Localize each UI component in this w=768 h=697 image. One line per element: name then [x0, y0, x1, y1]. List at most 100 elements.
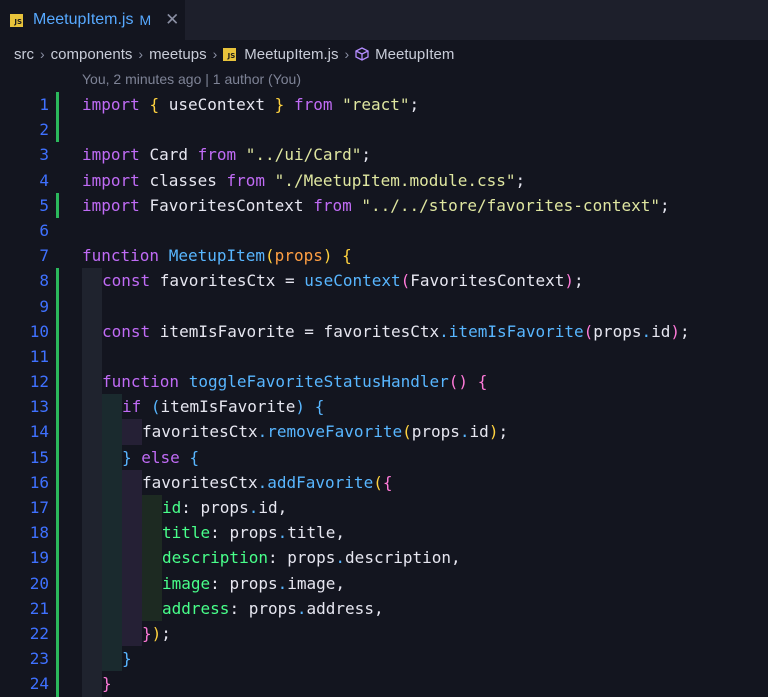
indent-guide — [102, 545, 122, 571]
code-token: title, — [287, 523, 346, 543]
git-change-marker[interactable] — [56, 671, 59, 697]
code-token: . — [257, 422, 268, 442]
code-token: props — [274, 246, 323, 266]
code-token: if — [122, 397, 151, 417]
code-token: "../../store/favorites-context" — [361, 195, 660, 215]
code-token: favoritesCtx — [142, 472, 258, 492]
line-number: 3 — [39, 145, 49, 165]
code-token: . — [459, 422, 470, 442]
code-line[interactable]: 13 if (itemIsFavorite) { — [0, 394, 768, 420]
git-change-marker[interactable] — [56, 268, 59, 294]
code-line[interactable]: 11 — [0, 343, 768, 370]
code-line[interactable]: 22}); — [0, 620, 768, 647]
breadcrumb-src[interactable]: src — [14, 46, 34, 63]
code-line[interactable]: 21 address: props.address, — [0, 595, 768, 621]
code-token: ( — [583, 321, 594, 341]
breadcrumb-symbol[interactable]: MeetupItem — [375, 46, 454, 63]
git-change-marker[interactable] — [56, 343, 59, 370]
git-change-marker[interactable] — [56, 293, 59, 319]
code-line[interactable]: 6 — [0, 218, 768, 243]
code-token: itemIsFavorite = favoritesCtx — [159, 321, 440, 341]
git-change-marker[interactable] — [56, 646, 59, 672]
git-change-marker[interactable] — [56, 620, 59, 647]
git-change-marker[interactable] — [56, 92, 59, 118]
code-line[interactable]: 2 — [0, 117, 768, 143]
code-text: id: props.id, — [162, 495, 287, 520]
tab-bar: JS MeetupItem.js M ✕ — [0, 0, 768, 40]
code-token: { — [314, 397, 325, 417]
indent-guide — [122, 495, 142, 521]
code-token: { — [382, 472, 393, 492]
code-line[interactable]: 15} else { — [0, 444, 768, 470]
git-change-marker[interactable] — [56, 192, 59, 218]
git-change-marker[interactable] — [56, 318, 59, 344]
git-change-marker[interactable] — [56, 419, 59, 445]
codelens-blame[interactable]: You, 2 minutes ago | 1 author (You) — [82, 71, 301, 87]
code-token: const — [102, 321, 160, 341]
indent-guide — [122, 620, 142, 647]
git-change-marker[interactable] — [56, 394, 59, 420]
git-change-marker[interactable] — [56, 545, 59, 571]
code-line[interactable]: 14 favoritesCtx.removeFavorite(props.id); — [0, 419, 768, 445]
git-change-marker[interactable] — [56, 444, 59, 470]
indent-guide — [82, 444, 102, 470]
breadcrumb-meetups[interactable]: meetups — [149, 46, 207, 63]
code-token: props — [593, 321, 642, 341]
indent-guide — [82, 369, 102, 395]
code-editor[interactable]: 1 import { useContext } from "react"; 2 3 im… — [0, 92, 768, 697]
code-line[interactable]: 19 description: props.description, — [0, 545, 768, 571]
code-token: : props — [210, 523, 278, 543]
git-change-marker[interactable] — [56, 469, 59, 495]
editor-tab-meetupitem[interactable]: JS MeetupItem.js M ✕ — [0, 0, 185, 40]
code-line[interactable]: 3 import Card from "../ui/Card"; — [0, 142, 768, 167]
code-token: removeFavorite — [267, 422, 403, 442]
indent-guide — [82, 469, 102, 495]
git-change-marker[interactable] — [56, 369, 59, 395]
indent-guide — [82, 419, 102, 445]
git-change-marker[interactable] — [56, 117, 59, 143]
git-change-marker[interactable] — [56, 520, 59, 546]
indent-guide — [122, 419, 142, 445]
indent-guide — [82, 520, 102, 546]
indent-guide — [82, 646, 102, 672]
code-token: ( — [265, 246, 275, 266]
git-change-marker[interactable] — [56, 595, 59, 621]
code-line[interactable]: 18 title: props.title, — [0, 520, 768, 546]
code-text: title: props.title, — [162, 520, 345, 545]
line-number: 22 — [29, 623, 49, 643]
code-line[interactable]: 7 function MeetupItem(props) { — [0, 243, 768, 268]
code-line[interactable]: 10 const itemIsFavorite = favoritesCtx.it… — [0, 318, 768, 344]
git-change-marker[interactable] — [56, 495, 59, 521]
breadcrumb-file[interactable]: MeetupItem.js — [244, 46, 338, 63]
tab-title[interactable]: MeetupItem.js — [33, 11, 133, 29]
code-line[interactable]: 4 import classes from "./MeetupItem.modul… — [0, 168, 768, 193]
indent-guide — [82, 343, 102, 370]
indent-guide — [102, 444, 122, 470]
indent-guide — [82, 268, 102, 294]
chevron-right-icon: › — [212, 46, 218, 62]
code-line[interactable]: 12 function toggleFavoriteStatusHandler()… — [0, 369, 768, 395]
code-token: itemIsFavorite — [160, 397, 296, 417]
code-line[interactable]: 20 image: props.image, — [0, 570, 768, 596]
code-line[interactable]: 8 const favoritesCtx = useContext(Favorit… — [0, 268, 768, 294]
line-number: 24 — [29, 674, 49, 694]
code-line[interactable]: 1 import { useContext } from "react"; — [0, 92, 768, 118]
code-token: : props — [229, 598, 297, 618]
code-line[interactable]: 5 import FavoritesContext from "../../sto… — [0, 192, 768, 218]
close-icon[interactable]: ✕ — [165, 10, 179, 30]
code-line[interactable]: 17 id: props.id, — [0, 495, 768, 521]
line-number: 10 — [29, 321, 49, 341]
code-line[interactable]: 16 favoritesCtx.addFavorite({ — [0, 469, 768, 495]
code-line[interactable]: 23} — [0, 646, 768, 672]
git-change-marker[interactable] — [56, 570, 59, 596]
indent-guide — [102, 646, 122, 672]
breadcrumb-components[interactable]: components — [51, 46, 133, 63]
indent-guide — [122, 545, 142, 571]
code-token: const — [102, 271, 160, 291]
line-number: 8 — [39, 271, 49, 291]
code-line[interactable]: 9 — [0, 293, 768, 319]
indent-guide — [82, 495, 102, 521]
line-number: 18 — [29, 523, 49, 543]
code-line[interactable]: 24} — [0, 671, 768, 697]
indent-guide — [122, 469, 142, 495]
